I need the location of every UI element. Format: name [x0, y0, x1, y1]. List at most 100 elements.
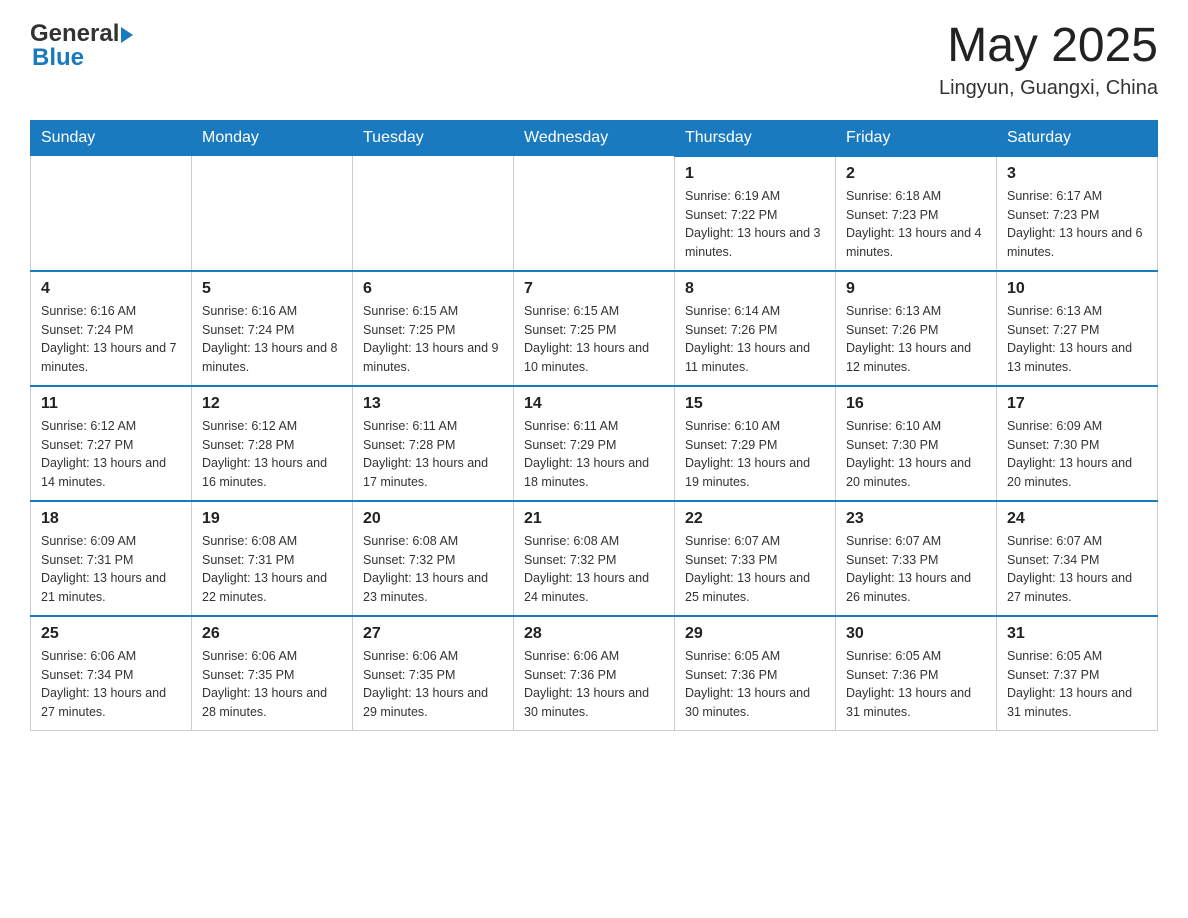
calendar-cell: 12 Sunrise: 6:12 AMSunset: 7:28 PMDayligh…: [192, 386, 353, 501]
calendar-cell: [31, 156, 192, 271]
day-number: 8: [685, 280, 825, 298]
calendar-cell: 5 Sunrise: 6:16 AMSunset: 7:24 PMDaylight…: [192, 271, 353, 386]
calendar-cell: 8Sunrise: 6:14 AMSunset: 7:26 PMDaylight…: [675, 271, 836, 386]
day-number: 11: [41, 395, 181, 413]
header-saturday: Saturday: [997, 120, 1158, 156]
calendar-cell: 10 Sunrise: 6:13 AMSunset: 7:27 PMDayligh…: [997, 271, 1158, 386]
day-info: Sunrise: 6:19 AMSunset: 7:22 PMDaylight:…: [685, 187, 825, 262]
day-number: 2: [846, 165, 986, 183]
day-info: Sunrise: 6:06 AMSunset: 7:35 PMDaylight:…: [363, 647, 503, 722]
location-subtitle: Lingyun, Guangxi, China: [939, 77, 1158, 100]
day-info: Sunrise: 6:08 AMSunset: 7:32 PMDaylight:…: [363, 532, 503, 607]
day-info: Sunrise: 6:05 AMSunset: 7:36 PMDaylight:…: [685, 647, 825, 722]
day-number: 6: [363, 280, 503, 298]
day-number: 21: [524, 510, 664, 528]
day-number: 20: [363, 510, 503, 528]
calendar-cell: 24 Sunrise: 6:07 AMSunset: 7:34 PMDayligh…: [997, 501, 1158, 616]
day-number: 29: [685, 625, 825, 643]
day-number: 25: [41, 625, 181, 643]
day-info: Sunrise: 6:07 AMSunset: 7:33 PMDaylight:…: [685, 532, 825, 607]
day-number: 16: [846, 395, 986, 413]
calendar-cell: 16 Sunrise: 6:10 AMSunset: 7:30 PMDayligh…: [836, 386, 997, 501]
calendar-cell: 20 Sunrise: 6:08 AMSunset: 7:32 PMDayligh…: [353, 501, 514, 616]
calendar-cell: 6 Sunrise: 6:15 AMSunset: 7:25 PMDaylight…: [353, 271, 514, 386]
day-number: 27: [363, 625, 503, 643]
day-number: 1: [685, 165, 825, 183]
day-number: 4: [41, 280, 181, 298]
day-info: Sunrise: 6:12 AMSunset: 7:28 PMDaylight:…: [202, 417, 342, 492]
day-info: Sunrise: 6:13 AMSunset: 7:26 PMDaylight:…: [846, 302, 986, 377]
calendar-cell: 31 Sunrise: 6:05 AMSunset: 7:37 PMDayligh…: [997, 616, 1158, 731]
calendar-cell: 15Sunrise: 6:10 AMSunset: 7:29 PMDayligh…: [675, 386, 836, 501]
day-number: 7: [524, 280, 664, 298]
calendar-cell: 2 Sunrise: 6:18 AMSunset: 7:23 PMDaylight…: [836, 156, 997, 271]
header-sunday: Sunday: [31, 120, 192, 156]
page-header: General Blue May 2025 Lingyun, Guangxi, …: [30, 20, 1158, 100]
day-number: 13: [363, 395, 503, 413]
day-info: Sunrise: 6:08 AMSunset: 7:32 PMDaylight:…: [524, 532, 664, 607]
day-number: 31: [1007, 625, 1147, 643]
day-number: 10: [1007, 280, 1147, 298]
day-number: 19: [202, 510, 342, 528]
day-number: 3: [1007, 165, 1147, 183]
day-info: Sunrise: 6:18 AMSunset: 7:23 PMDaylight:…: [846, 187, 986, 262]
calendar-cell: 3Sunrise: 6:17 AMSunset: 7:23 PMDaylight…: [997, 156, 1158, 271]
day-info: Sunrise: 6:15 AMSunset: 7:25 PMDaylight:…: [363, 302, 503, 377]
calendar-cell: 19Sunrise: 6:08 AMSunset: 7:31 PMDayligh…: [192, 501, 353, 616]
day-info: Sunrise: 6:06 AMSunset: 7:36 PMDaylight:…: [524, 647, 664, 722]
header-tuesday: Tuesday: [353, 120, 514, 156]
calendar-cell: 14Sunrise: 6:11 AMSunset: 7:29 PMDayligh…: [514, 386, 675, 501]
day-number: 5: [202, 280, 342, 298]
day-info: Sunrise: 6:11 AMSunset: 7:28 PMDaylight:…: [363, 417, 503, 492]
calendar-table: Sunday Monday Tuesday Wednesday Thursday…: [30, 120, 1158, 731]
title-block: May 2025 Lingyun, Guangxi, China: [939, 20, 1158, 100]
calendar-cell: 13 Sunrise: 6:11 AMSunset: 7:28 PMDayligh…: [353, 386, 514, 501]
day-number: 26: [202, 625, 342, 643]
day-info: Sunrise: 6:09 AMSunset: 7:31 PMDaylight:…: [41, 532, 181, 607]
header-friday: Friday: [836, 120, 997, 156]
day-info: Sunrise: 6:05 AMSunset: 7:37 PMDaylight:…: [1007, 647, 1147, 722]
logo-blue-text: Blue: [30, 44, 84, 72]
day-info: Sunrise: 6:10 AMSunset: 7:30 PMDaylight:…: [846, 417, 986, 492]
calendar-cell: 23Sunrise: 6:07 AMSunset: 7:33 PMDayligh…: [836, 501, 997, 616]
day-number: 24: [1007, 510, 1147, 528]
calendar-cell: 28 Sunrise: 6:06 AMSunset: 7:36 PMDayligh…: [514, 616, 675, 731]
day-info: Sunrise: 6:05 AMSunset: 7:36 PMDaylight:…: [846, 647, 986, 722]
day-number: 22: [685, 510, 825, 528]
day-info: Sunrise: 6:07 AMSunset: 7:33 PMDaylight:…: [846, 532, 986, 607]
day-number: 12: [202, 395, 342, 413]
day-info: Sunrise: 6:16 AMSunset: 7:24 PMDaylight:…: [41, 302, 181, 377]
day-info: Sunrise: 6:09 AMSunset: 7:30 PMDaylight:…: [1007, 417, 1147, 492]
calendar-cell: 11 Sunrise: 6:12 AMSunset: 7:27 PMDayligh…: [31, 386, 192, 501]
day-info: Sunrise: 6:13 AMSunset: 7:27 PMDaylight:…: [1007, 302, 1147, 377]
day-info: Sunrise: 6:16 AMSunset: 7:24 PMDaylight:…: [202, 302, 342, 377]
calendar-row-4: 18Sunrise: 6:09 AMSunset: 7:31 PMDayligh…: [31, 501, 1158, 616]
day-number: 28: [524, 625, 664, 643]
calendar-cell: [192, 156, 353, 271]
calendar-cell: 22 Sunrise: 6:07 AMSunset: 7:33 PMDayligh…: [675, 501, 836, 616]
logo-arrow-icon: [121, 27, 133, 43]
calendar-cell: 26 Sunrise: 6:06 AMSunset: 7:35 PMDayligh…: [192, 616, 353, 731]
calendar-row-2: 4 Sunrise: 6:16 AMSunset: 7:24 PMDaylight…: [31, 271, 1158, 386]
calendar-cell: 17 Sunrise: 6:09 AMSunset: 7:30 PMDayligh…: [997, 386, 1158, 501]
calendar-row-3: 11 Sunrise: 6:12 AMSunset: 7:27 PMDayligh…: [31, 386, 1158, 501]
day-info: Sunrise: 6:07 AMSunset: 7:34 PMDaylight:…: [1007, 532, 1147, 607]
day-info: Sunrise: 6:12 AMSunset: 7:27 PMDaylight:…: [41, 417, 181, 492]
day-number: 9: [846, 280, 986, 298]
calendar-cell: 21 Sunrise: 6:08 AMSunset: 7:32 PMDayligh…: [514, 501, 675, 616]
calendar-cell: 27 Sunrise: 6:06 AMSunset: 7:35 PMDayligh…: [353, 616, 514, 731]
day-number: 30: [846, 625, 986, 643]
calendar-cell: 9 Sunrise: 6:13 AMSunset: 7:26 PMDaylight…: [836, 271, 997, 386]
calendar-cell: [514, 156, 675, 271]
day-info: Sunrise: 6:10 AMSunset: 7:29 PMDaylight:…: [685, 417, 825, 492]
header-thursday: Thursday: [675, 120, 836, 156]
calendar-cell: 18Sunrise: 6:09 AMSunset: 7:31 PMDayligh…: [31, 501, 192, 616]
month-year-title: May 2025: [939, 20, 1158, 73]
day-info: Sunrise: 6:06 AMSunset: 7:34 PMDaylight:…: [41, 647, 181, 722]
day-number: 17: [1007, 395, 1147, 413]
day-info: Sunrise: 6:06 AMSunset: 7:35 PMDaylight:…: [202, 647, 342, 722]
calendar-cell: 7Sunrise: 6:15 AMSunset: 7:25 PMDaylight…: [514, 271, 675, 386]
calendar-cell: 25 Sunrise: 6:06 AMSunset: 7:34 PMDayligh…: [31, 616, 192, 731]
header-wednesday: Wednesday: [514, 120, 675, 156]
calendar-cell: 1 Sunrise: 6:19 AMSunset: 7:22 PMDaylight…: [675, 156, 836, 271]
